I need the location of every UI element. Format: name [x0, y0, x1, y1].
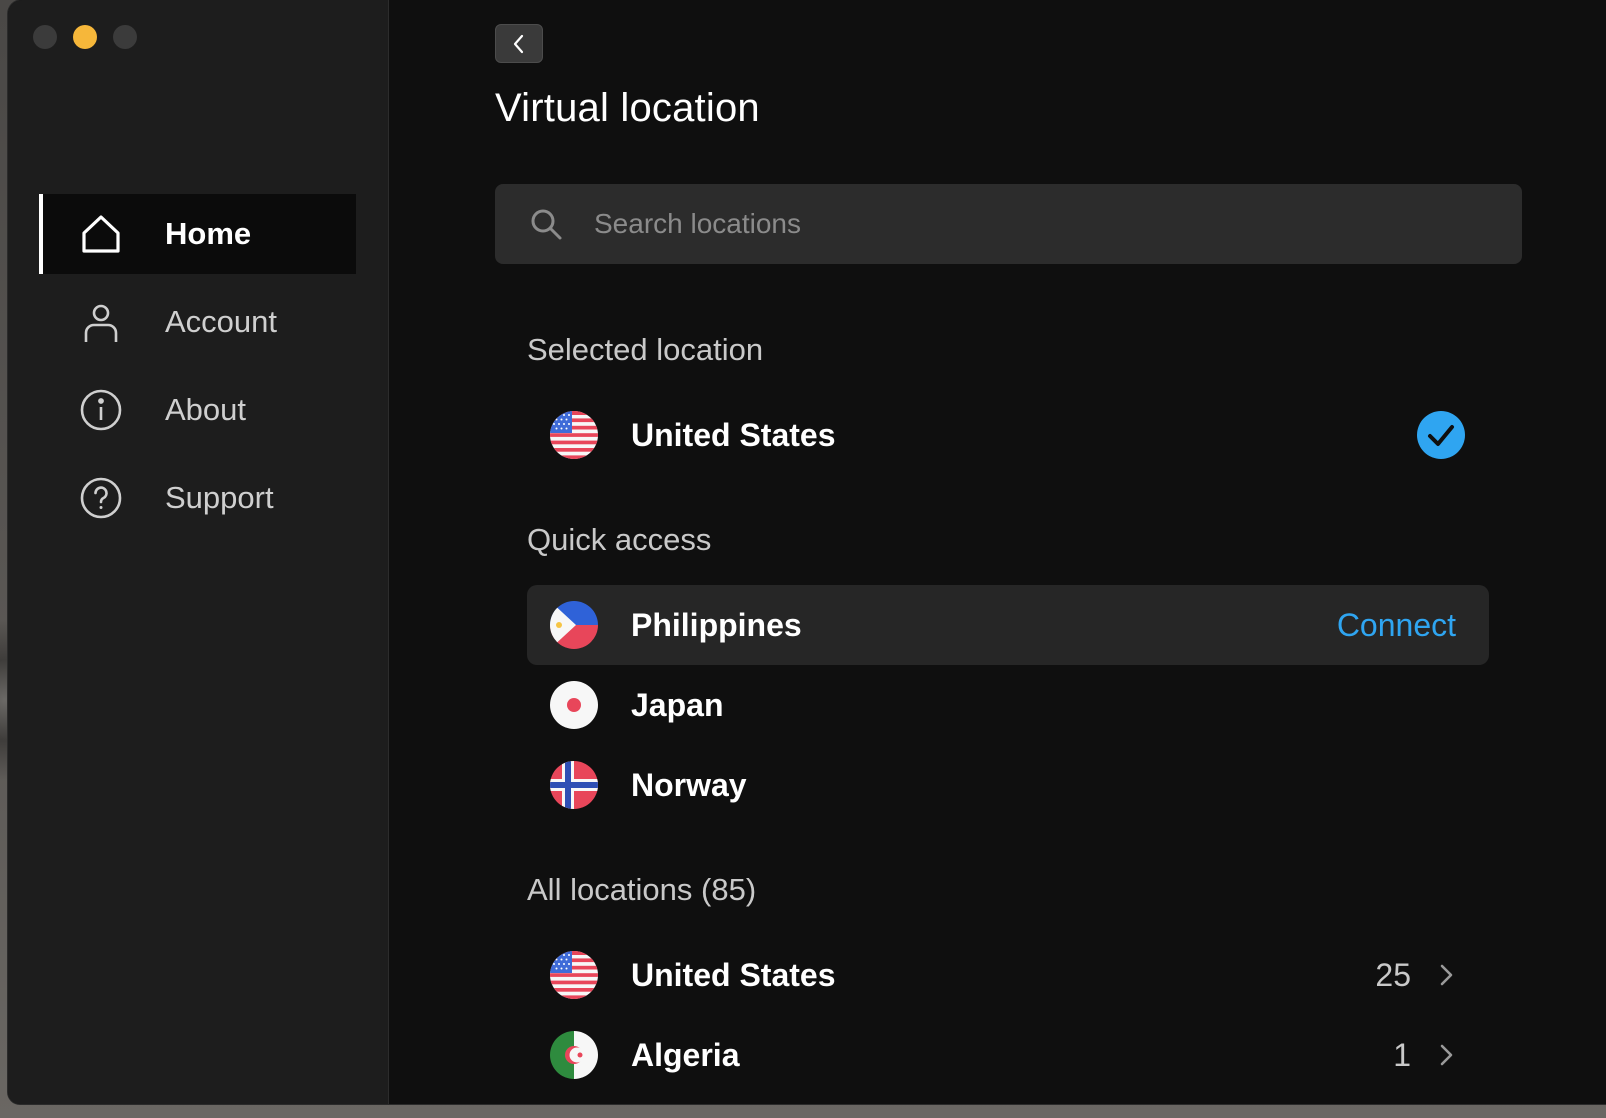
sidebar-item-label: Account [165, 304, 278, 339]
sidebar-item-label: Home [165, 216, 252, 251]
window-controls [33, 25, 137, 49]
sidebar-item-account[interactable]: Account [39, 282, 356, 362]
location-name: United States [631, 956, 836, 993]
location-name: Philippines [631, 606, 802, 643]
quick-access-item-philippines[interactable]: Philippines Connect [527, 585, 1489, 665]
chevron-right-icon [1440, 1044, 1453, 1066]
close-window-button[interactable] [33, 25, 57, 49]
all-locations-item-united-states[interactable]: United States 25 [527, 935, 1489, 1015]
search-bar[interactable] [495, 184, 1522, 264]
sidebar-item-home[interactable]: Home [39, 194, 356, 274]
location-name: United States [631, 416, 836, 453]
location-name: Japan [631, 686, 724, 723]
help-icon [80, 477, 122, 519]
quick-access-heading: Quick access [527, 522, 712, 557]
chevron-left-icon [513, 34, 524, 53]
connect-button[interactable]: Connect [1337, 607, 1456, 644]
person-icon [80, 301, 122, 343]
minimize-window-button[interactable] [73, 25, 97, 49]
all-locations-heading: All locations (85) [527, 872, 757, 907]
location-name: Norway [631, 766, 747, 803]
sidebar-item-label: Support [165, 480, 274, 515]
no-flag-icon [550, 761, 598, 809]
search-icon [531, 209, 562, 240]
main-content: Virtual location Selected location [388, 0, 1606, 1104]
us-flag-icon [550, 411, 598, 459]
info-icon [80, 389, 122, 431]
sidebar-nav: Home Account About Support [39, 194, 356, 546]
jp-flag-icon [550, 681, 598, 729]
server-count: 25 [1375, 956, 1411, 993]
location-name: Algeria [631, 1036, 740, 1073]
page-title: Virtual location [495, 86, 760, 130]
home-icon [80, 213, 122, 255]
server-count: 1 [1393, 1036, 1411, 1073]
chevron-right-icon [1440, 964, 1453, 986]
selected-location-row[interactable]: United States [527, 395, 1489, 475]
us-flag-icon [550, 951, 598, 999]
selected-location-heading: Selected location [527, 332, 764, 367]
sidebar: Home Account About Support [8, 0, 389, 1104]
sidebar-item-support[interactable]: Support [39, 458, 356, 538]
zoom-window-button[interactable] [113, 25, 137, 49]
checkmark-icon [1417, 411, 1465, 459]
sidebar-item-label: About [165, 392, 247, 427]
quick-access-item-norway[interactable]: Norway [527, 745, 1489, 825]
quick-access-item-japan[interactable]: Japan [527, 665, 1489, 745]
back-button[interactable] [495, 24, 543, 63]
all-locations-item-algeria[interactable]: Algeria 1 [527, 1015, 1489, 1095]
sidebar-item-about[interactable]: About [39, 370, 356, 450]
dz-flag-icon [550, 1031, 598, 1079]
app-window: Home Account About Support Virtual locat… [8, 0, 1606, 1104]
ph-flag-icon [550, 601, 598, 649]
search-input[interactable] [592, 207, 1522, 241]
